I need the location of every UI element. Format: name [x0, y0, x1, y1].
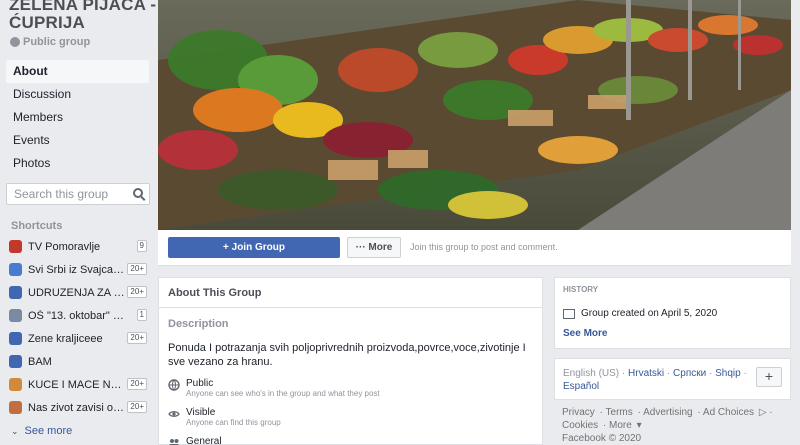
fact-public-sub: Anyone can see who's in the group and wh… — [186, 389, 380, 398]
footer-advertising[interactable]: Advertising — [643, 407, 692, 418]
eye-icon — [168, 411, 180, 417]
search-icon[interactable] — [133, 188, 143, 198]
shortcut-item[interactable]: UDRUZENJA ZA ZASTITU20+ — [9, 281, 149, 304]
shortcut-item[interactable]: BAM — [9, 350, 149, 373]
nav-about[interactable]: About — [6, 60, 149, 83]
group-avatar-icon — [9, 401, 22, 414]
shortcut-label: TV Pomoravlje — [28, 240, 101, 253]
shortcuts-see-more[interactable]: ⌄ See more — [11, 425, 72, 437]
group-avatar-icon — [9, 355, 22, 368]
shortcut-item[interactable]: Zene kraljiceee 20+ — [9, 327, 149, 350]
footer: Privacy · Terms · Advertising · Ad Choic… — [562, 407, 773, 444]
fact-visible-sub: Anyone can find this group — [186, 418, 281, 427]
language-panel: English (US) · Hrvatski · Српски · Shqip… — [554, 358, 791, 400]
group-avatar-icon — [9, 309, 22, 322]
history-created: Group created on April 5, 2020 — [563, 308, 717, 319]
shortcut-label: Svi Srbi iz Svajcarske — [28, 263, 126, 276]
nav-members[interactable]: Members — [6, 106, 149, 129]
language-shqip[interactable]: Shqip — [715, 368, 741, 379]
shortcuts-list: TV Pomoravlje 9 Svi Srbi iz Svajcarske 20+ U… — [9, 235, 149, 419]
chevron-down-icon: ⌄ — [11, 425, 19, 436]
cover-photo — [158, 0, 791, 230]
group-name[interactable]: ZELENA PIJACA - ĆUPRIJA — [9, 0, 159, 32]
notification-count-badge: 20+ — [127, 401, 147, 413]
footer-terms[interactable]: Terms — [606, 407, 633, 418]
nav-photos[interactable]: Photos — [6, 152, 149, 175]
shortcut-item[interactable]: OŠ "13. oktobar" Ćuprija 1 — [9, 304, 149, 327]
group-avatar-icon — [9, 240, 22, 253]
left-sidebar: ZELENA PIJACA - ĆUPRIJA Public group Abo… — [0, 0, 158, 445]
globe-icon — [10, 37, 20, 47]
nav-events[interactable]: Events — [6, 129, 149, 152]
shortcuts-title: Shortcuts — [11, 220, 63, 232]
shortcut-item[interactable]: Svi Srbi iz Svajcarske 20+ — [9, 258, 149, 281]
more-caret-icon: ▾ — [636, 420, 642, 431]
history-panel: HISTORY Group created on April 5, 2020 S… — [554, 277, 791, 349]
adchoices-icon: ▷ — [758, 407, 767, 418]
shortcut-label: KUCE I MACE NA USVOJENJE — [28, 378, 126, 391]
group-privacy: Public group — [10, 36, 90, 48]
shortcut-label: Nas zivot zavisi od vas — [28, 401, 126, 414]
notification-count-badge: 20+ — [127, 263, 147, 275]
language-espanol[interactable]: Español — [563, 381, 599, 392]
market-stalls-image — [158, 0, 791, 230]
see-more-label: See more — [24, 425, 73, 437]
about-panel: About This Group Description Ponuda I po… — [158, 277, 543, 445]
language-hrvatski[interactable]: Hrvatski — [628, 368, 664, 379]
group-avatar-icon — [9, 332, 22, 345]
footer-adchoices[interactable]: Ad Choices — [703, 407, 754, 418]
join-hint: Join this group to post and comment. — [410, 242, 558, 252]
group-avatar-icon — [9, 286, 22, 299]
more-button[interactable]: ··· More — [347, 237, 401, 258]
notification-count-badge: 9 — [136, 240, 147, 252]
shortcut-label: OŠ "13. oktobar" Ćuprija — [28, 309, 126, 322]
group-nav: About Discussion Members Events Photos — [6, 60, 149, 175]
globe-icon — [168, 379, 180, 391]
description-title: Description — [168, 318, 229, 330]
shortcut-item[interactable]: Nas zivot zavisi od vas20+ — [9, 396, 149, 419]
fact-public-title: Public — [186, 378, 214, 389]
footer-more[interactable]: More — [609, 420, 632, 431]
footer-privacy[interactable]: Privacy — [562, 407, 595, 418]
group-avatar-icon — [9, 263, 22, 276]
group-action-bar: + Join Group ··· More Join this group to… — [158, 230, 791, 266]
notification-count-badge: 20+ — [127, 332, 147, 344]
language-srpski[interactable]: Српски — [673, 368, 706, 379]
shortcut-label: Zene kraljiceee — [28, 332, 103, 345]
shortcut-item[interactable]: TV Pomoravlje 9 — [9, 235, 149, 258]
shortcut-item[interactable]: KUCE I MACE NA USVOJENJE20+ — [9, 373, 149, 396]
history-title: HISTORY — [563, 285, 599, 294]
flag-icon — [563, 308, 575, 319]
group-privacy-label: Public group — [23, 36, 91, 48]
notification-count-badge: 20+ — [127, 378, 147, 390]
history-see-more[interactable]: See More — [563, 328, 607, 339]
group-avatar-icon — [9, 378, 22, 391]
fact-visible: Visible Anyone can find this group — [168, 407, 281, 427]
language-current: English (US) — [563, 368, 620, 379]
footer-cookies[interactable]: Cookies — [562, 420, 598, 431]
notification-count-badge: 20+ — [127, 286, 147, 298]
search-placeholder: Search this group — [14, 187, 109, 201]
notification-count-badge: 1 — [136, 309, 147, 321]
shortcut-label: UDRUZENJA ZA ZASTITU — [28, 286, 126, 299]
history-created-text: Group created on April 5, 2020 — [581, 308, 718, 319]
join-group-button[interactable]: + Join Group — [168, 237, 340, 258]
nav-discussion[interactable]: Discussion — [6, 83, 149, 106]
language-list: English (US) · Hrvatski · Српски · Shqip… — [563, 368, 747, 392]
about-title: About This Group — [159, 278, 542, 308]
shortcut-label: BAM — [28, 355, 52, 368]
people-icon — [169, 439, 179, 445]
group-search-input[interactable]: Search this group — [6, 183, 150, 205]
description-text: Ponuda I potrazanja svih poljoprivrednih… — [168, 342, 526, 368]
add-language-button[interactable]: + — [756, 367, 782, 387]
footer-copyright: Facebook © 2020 — [562, 433, 642, 444]
fact-general-title: General — [186, 436, 222, 445]
fact-general: General — [168, 436, 222, 445]
fact-public: Public Anyone can see who's in the group… — [168, 378, 380, 398]
fact-visible-title: Visible — [186, 407, 216, 418]
